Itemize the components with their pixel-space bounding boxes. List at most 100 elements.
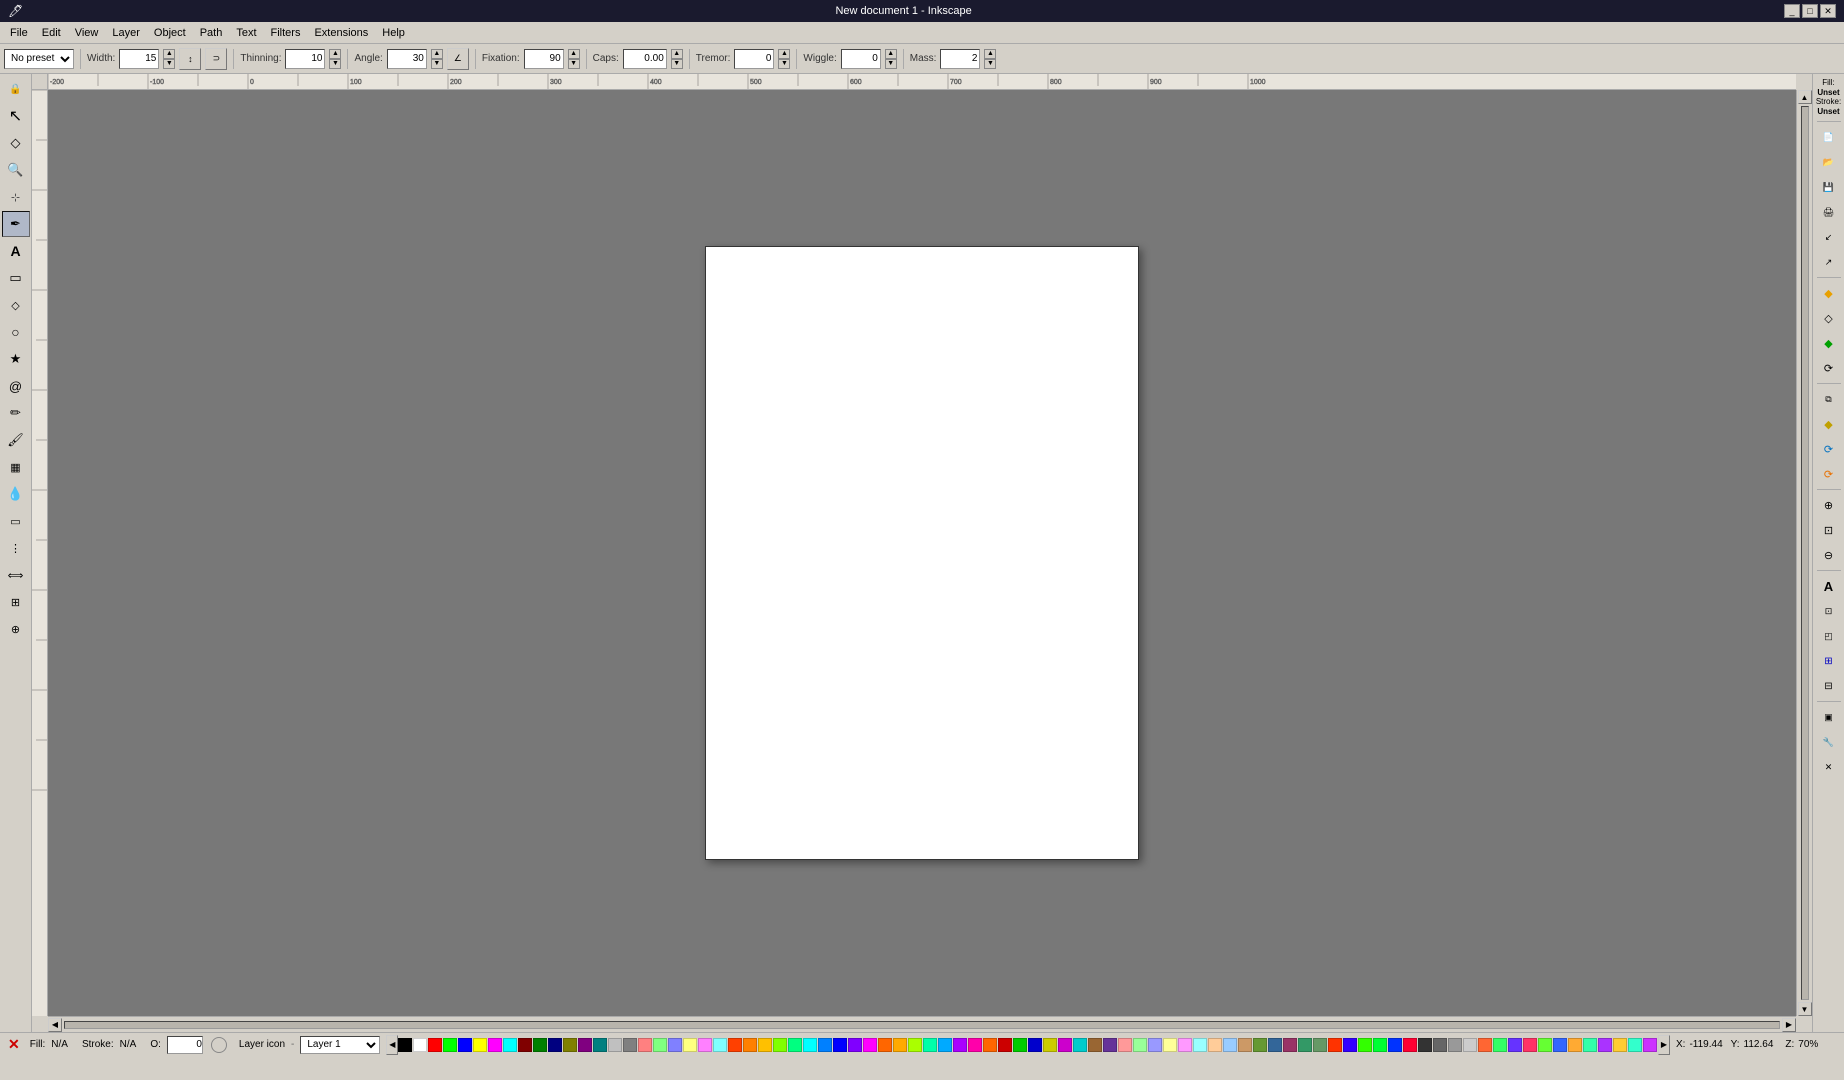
color-swatch-30[interactable] (848, 1038, 862, 1052)
snap-export-btn[interactable]: ↗ (1815, 250, 1843, 274)
color-swatch-6[interactable] (488, 1038, 502, 1052)
color-swatch-31[interactable] (863, 1038, 877, 1052)
thinning-down[interactable]: ▼ (329, 59, 341, 69)
calligraphy-tool[interactable]: ✒ (2, 211, 30, 237)
scroll-track-h[interactable] (64, 1021, 1780, 1029)
color-swatch-59[interactable] (1283, 1038, 1297, 1052)
caps-spinner[interactable]: ▲ ▼ (671, 49, 683, 69)
wiggle-down[interactable]: ▼ (885, 59, 897, 69)
node-tool[interactable]: ◇ (2, 130, 30, 156)
color-swatch-11[interactable] (563, 1038, 577, 1052)
wiggle-up[interactable]: ▲ (885, 49, 897, 59)
color-swatch-75[interactable] (1523, 1038, 1537, 1052)
wiggle-spinner[interactable]: ▲ ▼ (885, 49, 897, 69)
thinning-up[interactable]: ▲ (329, 49, 341, 59)
caps-input[interactable] (623, 49, 667, 69)
minimize-button[interactable]: _ (1784, 4, 1800, 18)
color-swatch-23[interactable] (743, 1038, 757, 1052)
menu-item-object[interactable]: Object (148, 23, 192, 43)
color-swatch-8[interactable] (518, 1038, 532, 1052)
color-swatch-62[interactable] (1328, 1038, 1342, 1052)
snap-save-btn[interactable]: 💾 (1815, 175, 1843, 199)
color-swatch-44[interactable] (1058, 1038, 1072, 1052)
circle-tool[interactable]: ○ (2, 319, 30, 345)
color-swatch-71[interactable] (1463, 1038, 1477, 1052)
close-button[interactable]: ✕ (1820, 4, 1836, 18)
menu-item-extensions[interactable]: Extensions (308, 23, 374, 43)
tremor-input[interactable] (734, 49, 774, 69)
snap-paste-btn[interactable]: ◆ (1815, 412, 1843, 436)
mass-spinner[interactable]: ▲ ▼ (984, 49, 996, 69)
menu-item-filters[interactable]: Filters (265, 23, 307, 43)
color-swatch-36[interactable] (938, 1038, 952, 1052)
gradient-tool[interactable]: ▦ (2, 454, 30, 480)
color-swatch-25[interactable] (773, 1038, 787, 1052)
box3d-tool[interactable]: ◇ (2, 292, 30, 318)
scroll-left-btn[interactable]: ◀ (48, 1018, 62, 1032)
color-swatch-37[interactable] (953, 1038, 967, 1052)
color-swatch-42[interactable] (1028, 1038, 1042, 1052)
wiggle-input[interactable] (841, 49, 881, 69)
color-swatch-66[interactable] (1388, 1038, 1402, 1052)
color-swatch-3[interactable] (443, 1038, 457, 1052)
frame-tool[interactable]: ⊞ (2, 589, 30, 615)
snap-fill-btn[interactable]: ◆ (1815, 281, 1843, 305)
color-swatch-57[interactable] (1253, 1038, 1267, 1052)
color-swatch-22[interactable] (728, 1038, 742, 1052)
extra-tool[interactable]: ⊕ (2, 616, 30, 642)
thinning-input[interactable] (285, 49, 325, 69)
color-swatch-12[interactable] (578, 1038, 592, 1052)
color-swatch-26[interactable] (788, 1038, 802, 1052)
snap-import-btn[interactable]: ↙ (1815, 225, 1843, 249)
color-mode-btn[interactable] (211, 1037, 227, 1053)
color-swatch-78[interactable] (1568, 1038, 1582, 1052)
width-down[interactable]: ▼ (163, 59, 175, 69)
zoom-fit-btn[interactable]: ⊡ (1815, 518, 1843, 542)
canvas-scroll[interactable] (48, 90, 1796, 1016)
fixation-spinner[interactable]: ▲ ▼ (568, 49, 580, 69)
color-swatch-70[interactable] (1448, 1038, 1462, 1052)
scroll-down-btn[interactable]: ▼ (1798, 1002, 1812, 1016)
color-swatch-40[interactable] (998, 1038, 1012, 1052)
color-swatch-39[interactable] (983, 1038, 997, 1052)
rectangle-tool[interactable]: ▭ (2, 265, 30, 291)
scrollbar-horizontal[interactable]: ◀ ▶ (48, 1016, 1796, 1032)
mass-up[interactable]: ▲ (984, 49, 996, 59)
color-swatch-80[interactable] (1598, 1038, 1612, 1052)
color-swatch-21[interactable] (713, 1038, 727, 1052)
mass-down[interactable]: ▼ (984, 59, 996, 69)
angle-btn[interactable]: ∠ (447, 48, 469, 70)
mass-input[interactable] (940, 49, 980, 69)
color-swatch-14[interactable] (608, 1038, 622, 1052)
snap-undo-btn[interactable]: ⟳ (1815, 437, 1843, 461)
width-up[interactable]: ▲ (163, 49, 175, 59)
menu-item-file[interactable]: File (4, 23, 34, 43)
color-swatch-76[interactable] (1538, 1038, 1552, 1052)
color-swatch-19[interactable] (683, 1038, 697, 1052)
measure-tool[interactable]: ⊹ (2, 184, 30, 210)
color-swatch-46[interactable] (1088, 1038, 1102, 1052)
color-swatch-13[interactable] (593, 1038, 607, 1052)
color-swatch-24[interactable] (758, 1038, 772, 1052)
tremor-spinner[interactable]: ▲ ▼ (778, 49, 790, 69)
color-swatch-15[interactable] (623, 1038, 637, 1052)
color-swatch-34[interactable] (908, 1038, 922, 1052)
color-swatch-73[interactable] (1493, 1038, 1507, 1052)
snap-new-btn[interactable]: 📄 (1815, 125, 1843, 149)
color-swatch-49[interactable] (1133, 1038, 1147, 1052)
color-swatch-10[interactable] (548, 1038, 562, 1052)
snap-marker-btn[interactable]: ◆ (1815, 331, 1843, 355)
color-swatch-64[interactable] (1358, 1038, 1372, 1052)
color-swatch-54[interactable] (1208, 1038, 1222, 1052)
tremor-up[interactable]: ▲ (778, 49, 790, 59)
text-tool[interactable]: A (2, 238, 30, 264)
color-swatch-41[interactable] (1013, 1038, 1027, 1052)
preset-dropdown[interactable]: No preset (4, 49, 74, 69)
color-swatch-17[interactable] (653, 1038, 667, 1052)
window-controls[interactable]: _ □ ✕ (1784, 4, 1836, 18)
fixation-up[interactable]: ▲ (568, 49, 580, 59)
scroll-right-btn[interactable]: ▶ (1782, 1018, 1796, 1032)
color-swatch-52[interactable] (1178, 1038, 1192, 1052)
color-swatch-63[interactable] (1343, 1038, 1357, 1052)
color-swatch-77[interactable] (1553, 1038, 1567, 1052)
